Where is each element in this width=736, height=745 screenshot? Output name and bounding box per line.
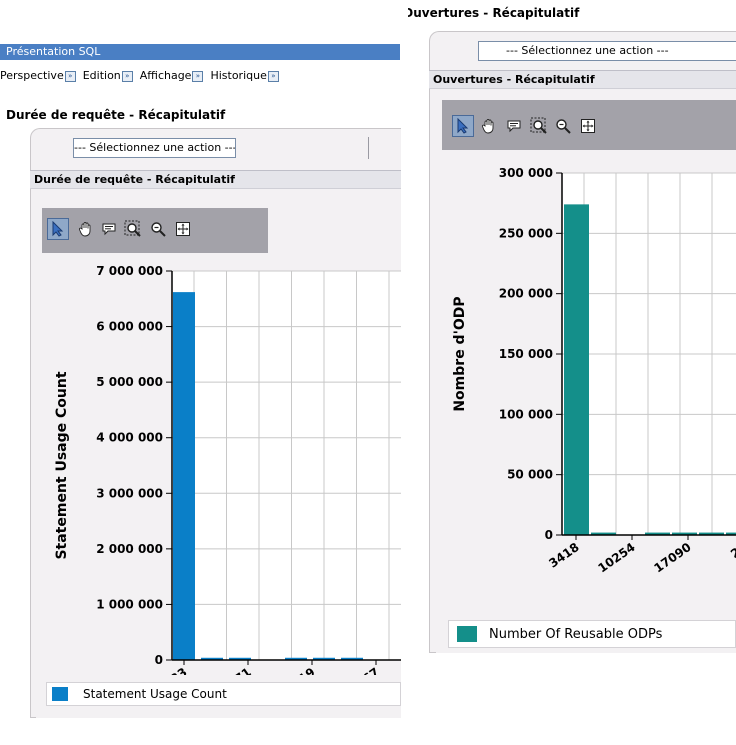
menu-label: Perspective [0, 69, 64, 82]
chart-toolbar [42, 208, 268, 253]
expand-icon: » [267, 70, 279, 82]
zoom-out-icon [151, 222, 166, 237]
y-tick-label: 5 000 000 [96, 375, 163, 389]
menu-edition[interactable]: Edition» [83, 69, 137, 82]
menu-perspective[interactable]: Perspective» [0, 69, 80, 82]
annotate-icon [507, 120, 521, 133]
expand-icon: » [192, 70, 204, 82]
y-tick-label: 250 000 [499, 226, 553, 240]
expand-icon: » [64, 70, 76, 82]
zoom-box-icon [530, 117, 547, 134]
zoom-box-icon [124, 220, 141, 237]
x-tick-label: 48.71 [215, 665, 254, 675]
panel-title: Durée de requête - Récapitulatif [34, 173, 235, 186]
x-tick-label: 23 [728, 540, 736, 561]
pan-tool-button[interactable] [478, 115, 500, 137]
pan-hand-icon [482, 119, 494, 134]
reusable-odps-chart: 0 50 000 100 000 150 000 200 000 250 000 300 0… [452, 166, 736, 575]
menu-label: Affichage [139, 69, 192, 82]
legend-label: Statement Usage Count [83, 687, 227, 701]
zoom-out-tool-button[interactable] [552, 115, 574, 137]
pan-tool-button[interactable] [75, 218, 97, 240]
zoom-out-tool-button[interactable] [147, 218, 169, 240]
y-tick-label: 50 000 [507, 468, 553, 482]
zoom-box-tool-button[interactable] [122, 218, 144, 240]
action-select[interactable]: --- Sélectionnez une action ---▼ [73, 138, 236, 158]
y-tick-label: 6 000 000 [96, 320, 163, 334]
zoom-box-tool-button[interactable] [528, 115, 550, 137]
fit-icon [581, 119, 595, 133]
y-tick-label: 7 000 000 [96, 264, 163, 278]
y-tick-label: 1 000 000 [96, 597, 163, 611]
y-tick-label: 300 000 [499, 166, 553, 180]
y-tick-label: 3 000 000 [96, 486, 163, 500]
pan-hand-icon [79, 222, 91, 237]
x-tick-label: 113.67 [336, 665, 382, 675]
legend-swatch [457, 626, 477, 642]
x-tick-label: 81.19 [279, 665, 318, 675]
fit-tool-button[interactable] [172, 218, 194, 240]
menu-label: Historique [210, 69, 267, 82]
y-tick-label: 4 000 000 [96, 431, 163, 445]
x-tick-label: 3418 [546, 540, 581, 571]
menu-label: Edition [82, 69, 121, 82]
chart-legend: Statement Usage Count [46, 682, 401, 706]
sql-presentation-header: Présentation SQL [0, 44, 400, 60]
action-select-label: --- Sélectionnez une action --- [506, 44, 669, 57]
action-select-label: --- Sélectionnez une action --- [74, 141, 236, 154]
annotate-icon [102, 223, 116, 236]
expand-icon: » [121, 70, 133, 82]
bar [173, 292, 195, 660]
y-tick-label: 150 000 [499, 347, 553, 361]
panel-divider [368, 137, 369, 159]
section-title: Durée de requête - Récapitulatif [6, 108, 226, 122]
right-section-title-text: Ouvertures - Récapitulatif [408, 6, 580, 20]
y-tick-label: 200 000 [499, 287, 553, 301]
right-chart-legend: Number Of Reusable ODPs [448, 620, 736, 648]
statement-usage-chart: 0 1 000 000 2 000 000 3 000 000 4 000 000 5 0… [54, 264, 401, 675]
y-axis-title: Statement Usage Count [54, 371, 70, 559]
right-panel-title-bar: Ouvertures - Récapitulatif [429, 70, 736, 89]
zoom-out-icon [556, 119, 571, 134]
right-section-title: Ouvertures - Récapitulatif [408, 6, 736, 20]
bar [564, 204, 589, 535]
panel-title: Ouvertures - Récapitulatif [433, 73, 595, 86]
x-tick-label: 17090 [651, 540, 693, 575]
menu-bar: Perspective» Edition» Affichage» Historique… [0, 67, 400, 85]
menu-affichage[interactable]: Affichage» [140, 69, 208, 82]
annotate-tool-button[interactable] [98, 218, 120, 240]
menu-historique[interactable]: Historique» [210, 69, 282, 82]
annotate-tool-button[interactable] [503, 115, 525, 137]
plot-area [172, 271, 401, 660]
y-tick-label: 0 [155, 653, 163, 667]
x-tick-label: 10254 [595, 540, 637, 575]
y-tick-label: 0 [545, 528, 553, 542]
fit-tool-button[interactable] [577, 115, 599, 137]
pointer-tool-button[interactable] [47, 218, 69, 240]
right-chart-toolbar [442, 100, 736, 150]
panel-title-bar: Durée de requête - Récapitulatif [30, 170, 401, 189]
y-tick-label: 100 000 [499, 407, 553, 421]
pointer-icon [52, 221, 64, 237]
y-tick-label: 2 000 000 [96, 542, 163, 556]
pointer-icon [457, 118, 469, 134]
legend-label: Number Of Reusable ODPs [489, 627, 663, 642]
legend-swatch [52, 687, 68, 701]
fit-icon [176, 222, 190, 236]
right-action-select[interactable]: --- Sélectionnez une action --- [478, 41, 736, 61]
y-axis-title: Nombre d'ODP [452, 296, 468, 411]
pointer-tool-button[interactable] [452, 115, 474, 137]
